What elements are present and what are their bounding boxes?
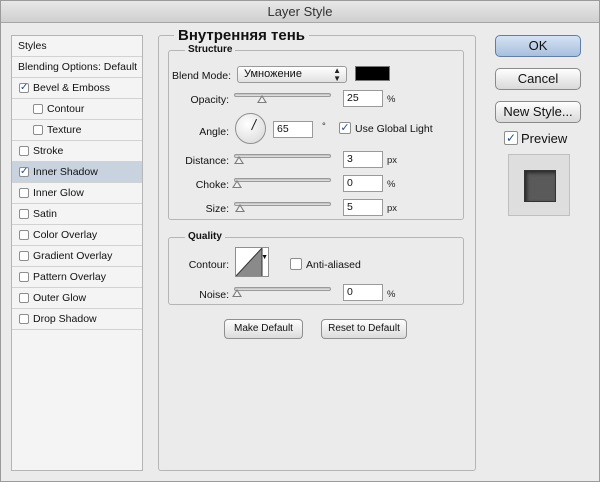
angle-label: Angle: <box>199 126 229 138</box>
sidebar-item-drop-shadow[interactable]: Drop Shadow <box>12 309 142 330</box>
noise-input[interactable]: 0 <box>343 284 383 301</box>
make-default-button[interactable]: Make Default <box>224 319 303 339</box>
sidebar-item-label: Texture <box>47 124 82 136</box>
angle-dial-needle <box>251 118 258 131</box>
sidebar-item-texture[interactable]: Texture <box>12 120 142 141</box>
inner-shadow-checkbox[interactable]: ✓ <box>19 167 29 177</box>
contour-checkbox[interactable] <box>33 104 43 114</box>
stroke-checkbox[interactable] <box>19 146 29 156</box>
blend-mode-select[interactable]: Умножение ▲ ▼ <box>237 66 347 83</box>
sidebar-item-label: Satin <box>33 208 57 220</box>
anti-aliased-label: Anti-aliased <box>306 259 361 271</box>
style-preview <box>508 154 570 216</box>
sidebar-item-label: Color Overlay <box>33 229 98 241</box>
sidebar-item-blending-options[interactable]: Blending Options: Default <box>12 57 142 78</box>
preview-label: Preview <box>521 131 568 146</box>
bevel-emboss-checkbox[interactable]: ✓ <box>19 83 29 93</box>
color-overlay-checkbox[interactable] <box>19 230 29 240</box>
distance-slider-thumb[interactable] <box>234 156 244 164</box>
opacity-slider-track[interactable] <box>234 93 331 97</box>
preview-checkbox[interactable]: ✓ <box>504 131 518 145</box>
satin-checkbox[interactable] <box>19 209 29 219</box>
window-title: Layer Style <box>1 1 599 23</box>
sidebar-item-label: Drop Shadow <box>33 313 97 325</box>
contour-curve-icon <box>236 248 263 276</box>
anti-aliased-checkbox[interactable] <box>290 258 302 270</box>
sidebar-item-color-overlay[interactable]: Color Overlay <box>12 225 142 246</box>
sidebar-item-label: Stroke <box>33 145 64 157</box>
distance-input[interactable]: 3 <box>343 151 383 168</box>
use-global-light-label: Use Global Light <box>355 123 433 135</box>
angle-input[interactable]: 65 <box>273 121 313 138</box>
choke-input[interactable]: 0 <box>343 175 383 192</box>
opacity-slider-thumb[interactable] <box>257 95 267 103</box>
ok-button[interactable]: OK <box>495 35 581 57</box>
opacity-label: Opacity: <box>190 94 229 106</box>
noise-label: Noise: <box>199 289 229 301</box>
choke-label: Choke: <box>195 179 229 191</box>
sidebar-item-label: Blending Options: Default <box>18 61 138 73</box>
contour-dropdown-icon: ▼ <box>261 254 268 261</box>
layer-style-dialog: Layer Style Styles Blending Options: Def… <box>0 0 600 482</box>
styles-sidebar: Styles Blending Options: Default ✓ Bevel… <box>11 35 143 471</box>
inner-glow-checkbox[interactable] <box>19 188 29 198</box>
sidebar-item-label: Inner Glow <box>33 187 84 199</box>
distance-unit: px <box>387 155 398 166</box>
sidebar-item-gradient-overlay[interactable]: Gradient Overlay <box>12 246 142 267</box>
opacity-unit: % <box>387 94 396 105</box>
sidebar-item-label: Pattern Overlay <box>33 271 106 283</box>
noise-unit: % <box>387 289 396 300</box>
noise-slider-thumb[interactable] <box>232 289 242 297</box>
sidebar-item-inner-glow[interactable]: Inner Glow <box>12 183 142 204</box>
sidebar-item-contour[interactable]: Contour <box>12 99 142 120</box>
sidebar-item-label: Inner Shadow <box>33 166 98 178</box>
sidebar-item-label: Outer Glow <box>33 292 87 304</box>
select-arrows-icon: ▲ ▼ <box>333 66 341 83</box>
sidebar-item-satin[interactable]: Satin <box>12 204 142 225</box>
texture-checkbox[interactable] <box>33 125 43 135</box>
distance-label: Distance: <box>185 155 229 167</box>
choke-unit: % <box>387 179 396 190</box>
size-slider-thumb[interactable] <box>235 204 245 212</box>
contour-picker[interactable]: ▼ <box>235 247 269 277</box>
sidebar-item-outer-glow[interactable]: Outer Glow <box>12 288 142 309</box>
blend-mode-value: Умножение <box>244 68 302 80</box>
sidebar-item-label: Gradient Overlay <box>33 250 113 262</box>
reset-to-default-button[interactable]: Reset to Default <box>321 319 407 339</box>
noise-slider-track[interactable] <box>234 287 331 291</box>
use-global-light-checkbox[interactable]: ✓ <box>339 122 351 134</box>
blend-mode-label: Blend Mode: <box>172 70 231 82</box>
size-slider-track[interactable] <box>234 202 331 206</box>
contour-label: Contour: <box>188 259 229 271</box>
drop-shadow-checkbox[interactable] <box>19 314 29 324</box>
size-input[interactable]: 5 <box>343 199 383 216</box>
sidebar-item-inner-shadow[interactable]: ✓ Inner Shadow <box>12 162 142 183</box>
choke-slider-thumb[interactable] <box>232 180 242 188</box>
distance-slider-track[interactable] <box>234 154 331 158</box>
sidebar-header-styles[interactable]: Styles <box>12 36 142 57</box>
angle-unit: ° <box>322 121 326 132</box>
cancel-button[interactable]: Cancel <box>495 68 581 90</box>
opacity-input[interactable]: 25 <box>343 90 383 107</box>
structure-title: Structure <box>185 44 236 55</box>
preview-swatch <box>524 170 556 202</box>
panel-title: Внутренняя тень <box>174 27 310 44</box>
angle-dial[interactable] <box>235 113 266 144</box>
sidebar-item-pattern-overlay[interactable]: Pattern Overlay <box>12 267 142 288</box>
shadow-color-swatch[interactable] <box>355 66 390 81</box>
size-unit: px <box>387 203 398 214</box>
sidebar-item-stroke[interactable]: Stroke <box>12 141 142 162</box>
sidebar-item-bevel-emboss[interactable]: ✓ Bevel & Emboss <box>12 78 142 99</box>
sidebar-item-label: Bevel & Emboss <box>33 82 111 94</box>
quality-title: Quality <box>185 231 225 242</box>
gradient-overlay-checkbox[interactable] <box>19 251 29 261</box>
outer-glow-checkbox[interactable] <box>19 293 29 303</box>
choke-slider-track[interactable] <box>234 178 331 182</box>
size-label: Size: <box>205 203 229 215</box>
pattern-overlay-checkbox[interactable] <box>19 272 29 282</box>
sidebar-item-label: Contour <box>47 103 85 115</box>
new-style-button[interactable]: New Style... <box>495 101 581 123</box>
